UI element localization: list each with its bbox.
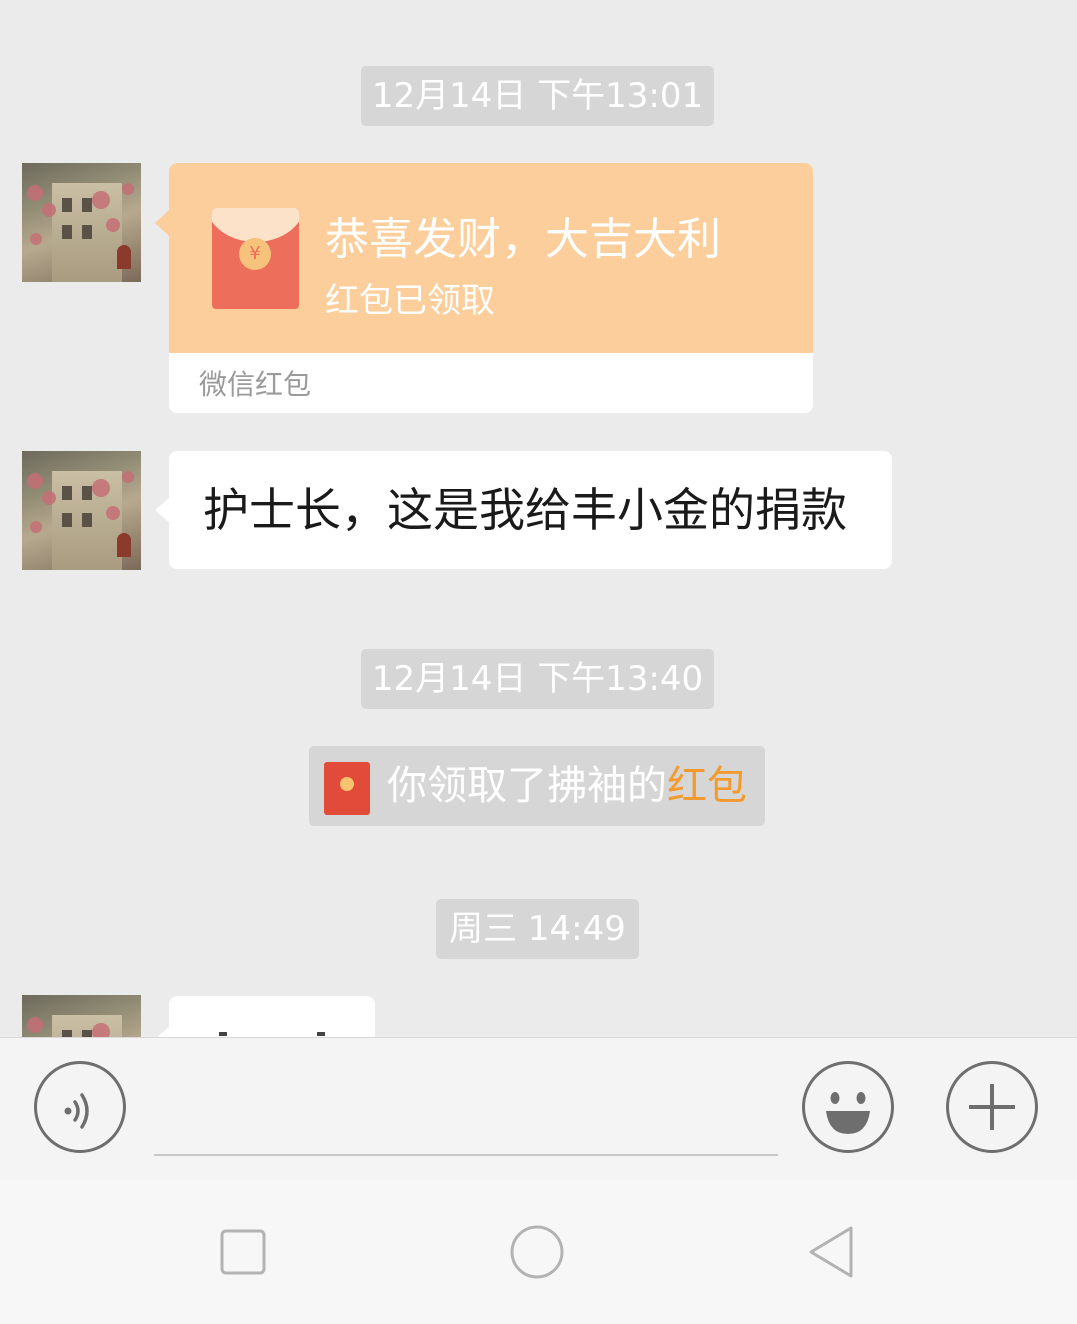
notice-red-packet-link[interactable]: 红包 [667,763,747,809]
circle-icon [510,1225,564,1279]
coin-icon: ¥ [239,238,271,270]
red-envelope-icon: ¥ [212,208,299,309]
recent-apps-button[interactable] [211,1220,275,1284]
emoji-button[interactable] [802,1061,894,1153]
red-packet-card[interactable]: ¥ 恭喜发财，大吉大利 红包已领取 微信红包 [155,163,813,413]
home-button[interactable] [505,1220,569,1284]
chat-area: 12月14日 下午13:01 ¥ 恭喜发财，大吉大利 红包已领取 微信红包 护士… [0,0,1077,1037]
red-packet-icon [324,762,370,815]
message-input[interactable] [154,1058,778,1156]
square-icon [220,1229,266,1275]
avatar[interactable] [22,451,141,570]
emoji-icon [826,1092,870,1134]
timestamp: 12月14日 下午13:01 [361,66,714,126]
red-packet-header: ¥ 恭喜发财，大吉大利 红包已领取 [155,163,813,353]
timestamp: 12月14日 下午13:40 [361,649,714,709]
triangle-back-icon [809,1226,853,1278]
voice-icon [64,1093,89,1129]
avatar[interactable] [22,163,141,282]
red-packet-footer: 微信红包 [199,368,312,401]
plus-icon [969,1084,1015,1130]
back-button[interactable] [800,1220,864,1284]
input-bar [0,1037,1077,1180]
text-message: 护士长，这是我给丰小金的捐款 [203,483,847,537]
voice-button[interactable] [34,1061,126,1153]
notice-prefix: 你领取了拂袖的 [387,763,667,809]
avatar[interactable] [22,995,141,1037]
navigation-bar [0,1180,1077,1324]
system-notice: 你领取了拂袖的红包 [309,746,765,826]
red-packet-title: 恭喜发财，大吉大利 [325,214,721,265]
plus-button[interactable] [946,1061,1038,1153]
timestamp: 周三 14:49 [436,899,639,959]
text-message-bubble[interactable]: 护士长，这是我给丰小金的捐款 [155,451,892,569]
partial-message-bubble[interactable] [155,996,375,1037]
red-packet-status: 红包已领取 [325,281,495,321]
